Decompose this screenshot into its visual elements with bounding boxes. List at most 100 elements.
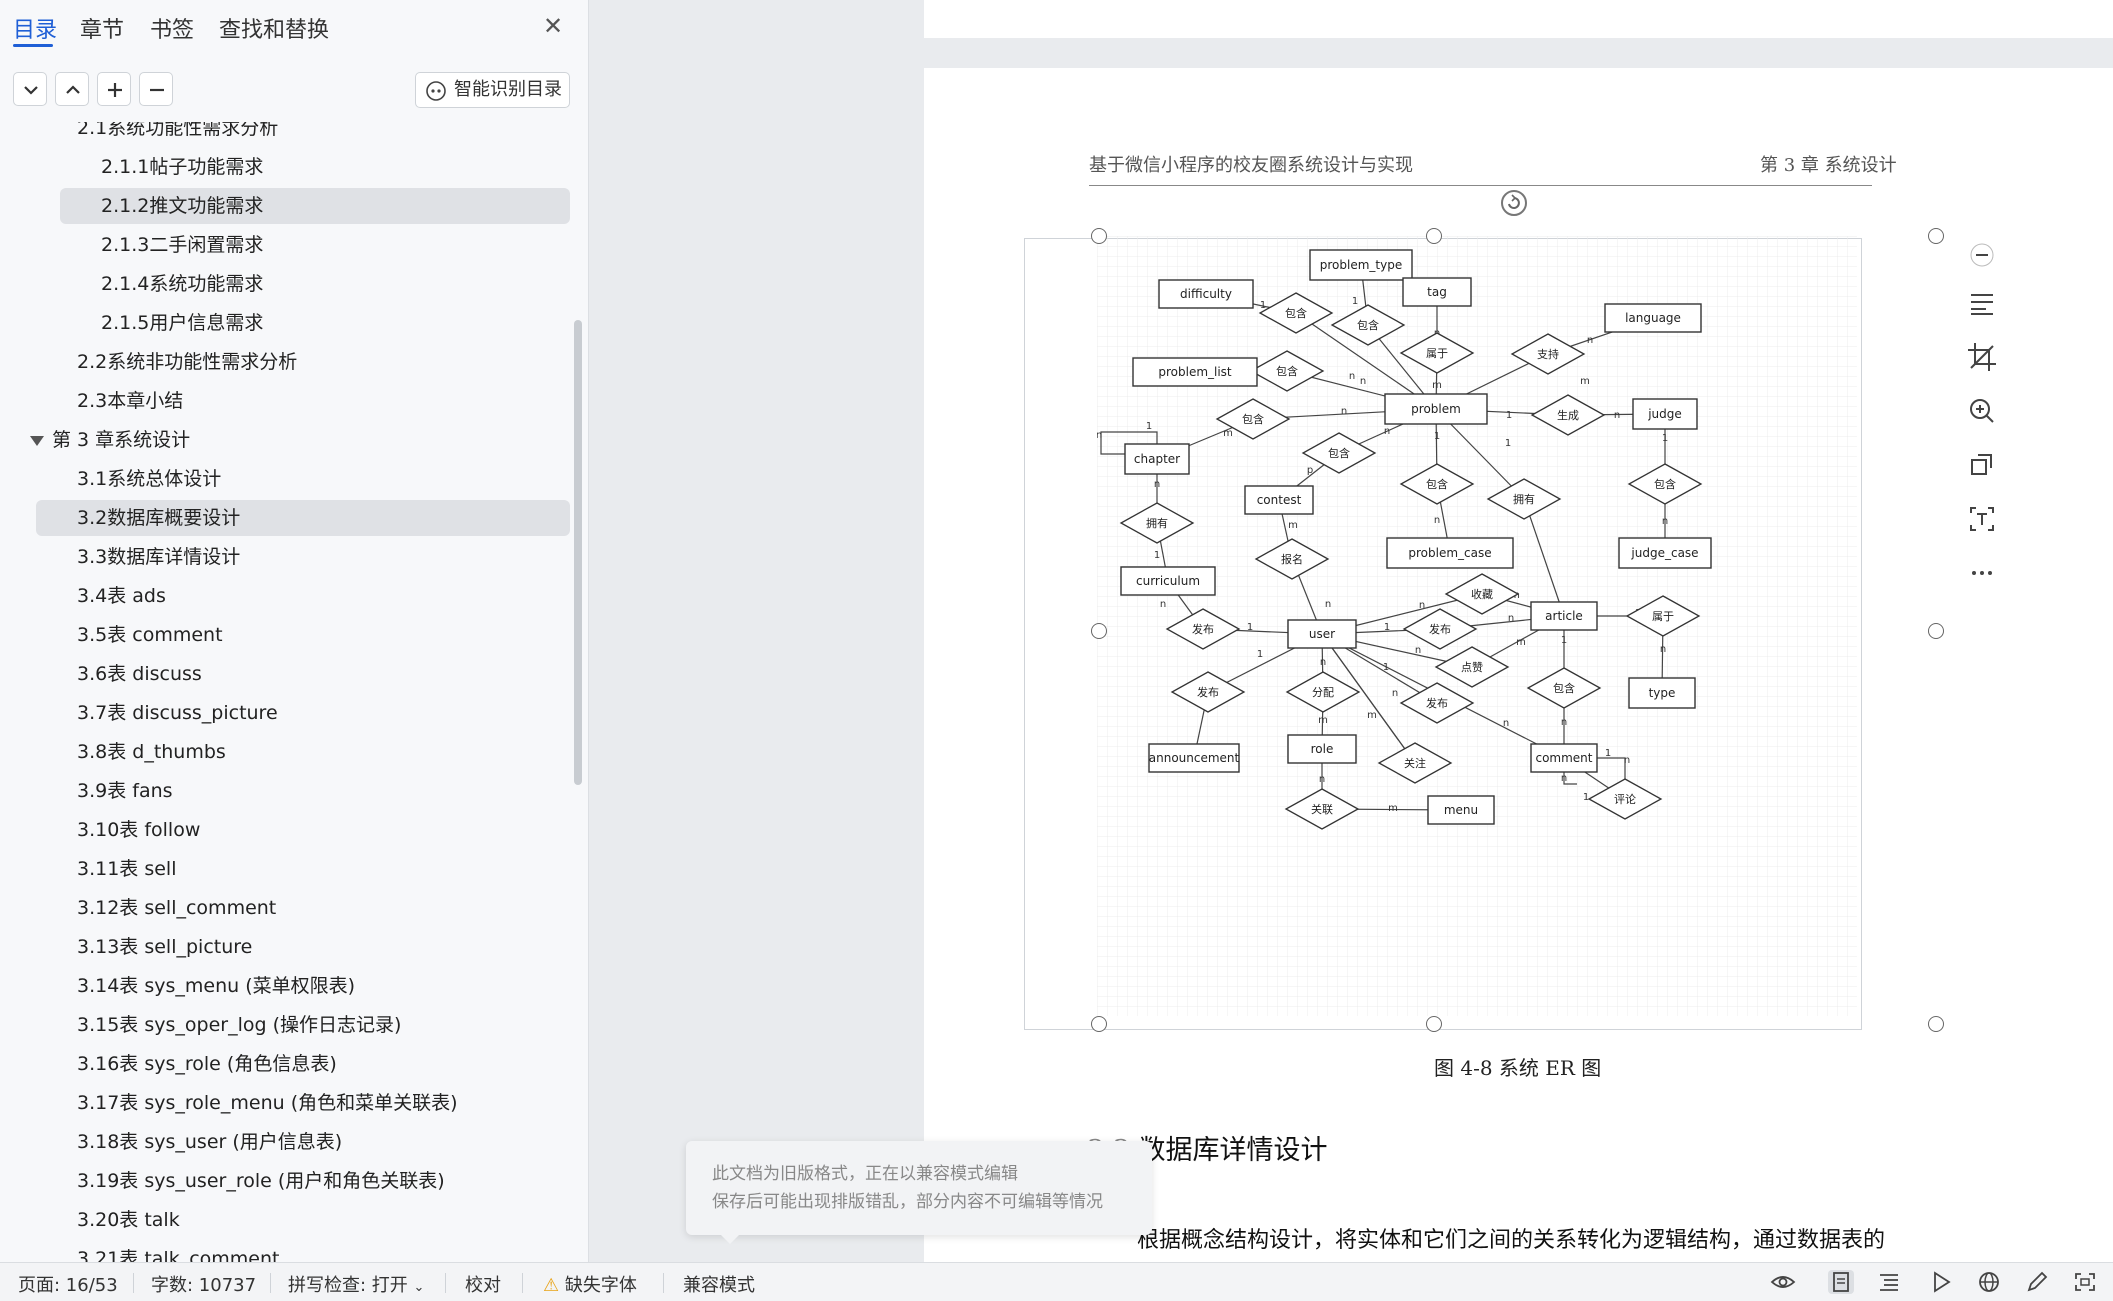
outline-view-icon[interactable] [1876,1270,1902,1294]
fullscreen-icon[interactable] [2072,1270,2098,1294]
resize-handle[interactable] [1091,1016,1107,1032]
rotate-handle[interactable] [1501,190,1527,216]
toc-item[interactable]: 3.17表 sys_role_menu (角色和菜单关联表) [77,1085,458,1121]
toc-item-label: 3.13表 sell_picture [77,936,253,958]
toc-item[interactable]: 2.1.3二手闲置需求 [101,227,263,263]
close-icon[interactable]: ✕ [538,12,568,42]
collapse-all-button[interactable] [13,72,47,106]
remove-heading-button[interactable] [139,72,173,106]
toc-item[interactable]: 3.15表 sys_oper_log (操作日志记录) [77,1007,401,1043]
toc-item[interactable]: 3.1系统总体设计 [77,461,221,497]
page-indicator[interactable]: 页面: 16/53 [18,1271,118,1297]
er-cardinality: 1 [1434,431,1440,442]
er-cardinality: n [1360,376,1366,387]
er-cardinality: 1 [1352,296,1358,307]
toc-item[interactable]: 3.21表 talk_comment [77,1241,280,1262]
tab-bookmarks[interactable]: 书签 [150,12,194,44]
er-relationship-label: 发布 [1426,696,1448,710]
compat-mode-label[interactable]: 兼容模式 [683,1271,755,1297]
resize-handle[interactable] [1091,623,1107,639]
smart-detect-toc-button[interactable]: 智能识别目录 [415,72,570,108]
tab-chapters[interactable]: 章节 [80,12,124,44]
expand-up-button[interactable] [55,72,89,106]
resize-handle[interactable] [1928,228,1944,244]
toc-scrollbar[interactable] [574,320,582,785]
toc-item-label: 2.1.4系统功能需求 [101,273,264,295]
toc-item[interactable]: 第 3 章系统设计 [52,422,190,458]
toc-item[interactable]: 3.18表 sys_user (用户信息表) [77,1124,342,1160]
tab-find-replace[interactable]: 查找和替换 [219,12,329,44]
word-count[interactable]: 字数: 10737 [151,1271,256,1297]
er-cardinality: n [1392,688,1398,699]
toc-item-label: 3.18表 sys_user (用户信息表) [77,1131,343,1153]
er-relationship-label: 拥有 [1513,492,1535,506]
toc-item[interactable]: 3.5表 comment [77,617,223,653]
toc-item[interactable]: 3.3数据库详情设计 [77,539,240,575]
toc-item[interactable]: 2.1.1帖子功能需求 [101,149,263,185]
missing-font-button[interactable]: ⚠ 缺失字体 [543,1271,637,1297]
web-view-icon[interactable] [1976,1270,2002,1294]
chevron-down-icon [24,86,38,95]
warning-icon: ⚠ [543,1275,560,1296]
toc-item[interactable]: 3.8表 d_thumbs [77,734,226,770]
toc-item[interactable]: 2.1.4系统功能需求 [101,266,263,302]
tab-toc[interactable]: 目录 [13,12,57,44]
eye-icon[interactable] [1770,1270,1796,1294]
er-cardinality: m [1318,715,1328,726]
resize-handle[interactable] [1426,1016,1442,1032]
er-relationship-label: 包含 [1242,412,1264,426]
er-cardinality: n [1341,406,1347,417]
toc-item-label: 3.1系统总体设计 [77,468,222,490]
toc-item[interactable]: 3.19表 sys_user_role (用户和角色关联表) [77,1163,445,1199]
er-entity-label: curriculum [1136,574,1200,588]
toc-item[interactable]: 3.13表 sell_picture [77,929,252,965]
wrap-text-button[interactable] [1962,283,2002,323]
collapse-toolbar-button[interactable] [1962,235,2002,275]
spell-check-toggle[interactable]: 拼写检查: 打开 ⌄ [288,1271,424,1297]
toc-item[interactable]: 2.1系统功能性需求分析 [77,122,278,146]
resize-handle[interactable] [1928,623,1944,639]
status-bar: 页面: 16/53 字数: 10737 拼写检查: 打开 ⌄ 校对 ⚠ 缺失字体… [0,1262,2113,1301]
er-relationship-label: 报名 [1281,552,1303,566]
proofread-button[interactable]: 校对 [465,1271,501,1297]
toc-item[interactable]: 3.2数据库概要设计 [36,500,570,536]
toc-item[interactable]: 2.2系统非功能性需求分析 [77,344,297,380]
extract-text-button[interactable] [1962,499,2002,539]
chevron-up-icon [66,85,80,94]
toc-item[interactable]: 3.14表 sys_menu (菜单权限表) [77,968,355,1004]
er-relationship-label: 发布 [1429,622,1451,636]
er-entity: announcement [1148,743,1240,773]
er-entity: problem_type [1309,249,1413,281]
toc-item[interactable]: 3.10表 follow [77,812,200,848]
toc-item[interactable]: 3.11表 sell [77,851,177,887]
minus-circle-icon [1970,243,1994,267]
er-relationship-label: 包含 [1654,477,1676,491]
add-heading-button[interactable] [97,72,131,106]
more-options-button[interactable] [1962,553,2002,593]
toc-item[interactable]: 3.7表 discuss_picture [77,695,278,731]
toc-item[interactable]: 3.20表 talk [77,1202,180,1238]
replace-image-button[interactable] [1962,445,2002,485]
divider [522,1273,523,1293]
resize-handle[interactable] [1426,228,1442,244]
resize-handle[interactable] [1928,1016,1944,1032]
toc-item[interactable]: 3.6表 discuss [77,656,202,692]
page-view-icon[interactable] [1828,1270,1854,1294]
toc-item[interactable]: 2.1.2推文功能需求 [60,188,570,224]
er-diagram[interactable]: 11nnmmnmnnnnm1n1n11npn1mnnm1nn11nnm1nm1n… [1097,236,1857,1016]
toc-item[interactable]: 2.3本章小结 [77,383,183,419]
toc-item[interactable]: 3.12表 sell_comment [77,890,276,926]
er-entity-label: chapter [1134,452,1180,466]
resize-handle[interactable] [1091,228,1107,244]
play-icon[interactable] [1928,1270,1954,1294]
toc-item[interactable]: 3.16表 sys_role (角色信息表) [77,1046,337,1082]
toc-item[interactable]: 2.1.5用户信息需求 [101,305,263,341]
toc-item[interactable]: 3.4表 ads [77,578,166,614]
toc-item[interactable]: 3.9表 fans [77,773,173,809]
expand-caret-icon[interactable] [30,436,44,446]
pen-icon[interactable] [2024,1270,2050,1294]
crop-button[interactable] [1962,337,2002,377]
er-entity-label: language [1625,311,1681,325]
zoom-in-button[interactable] [1962,391,2002,431]
missing-font-label: 缺失字体 [564,1275,637,1296]
